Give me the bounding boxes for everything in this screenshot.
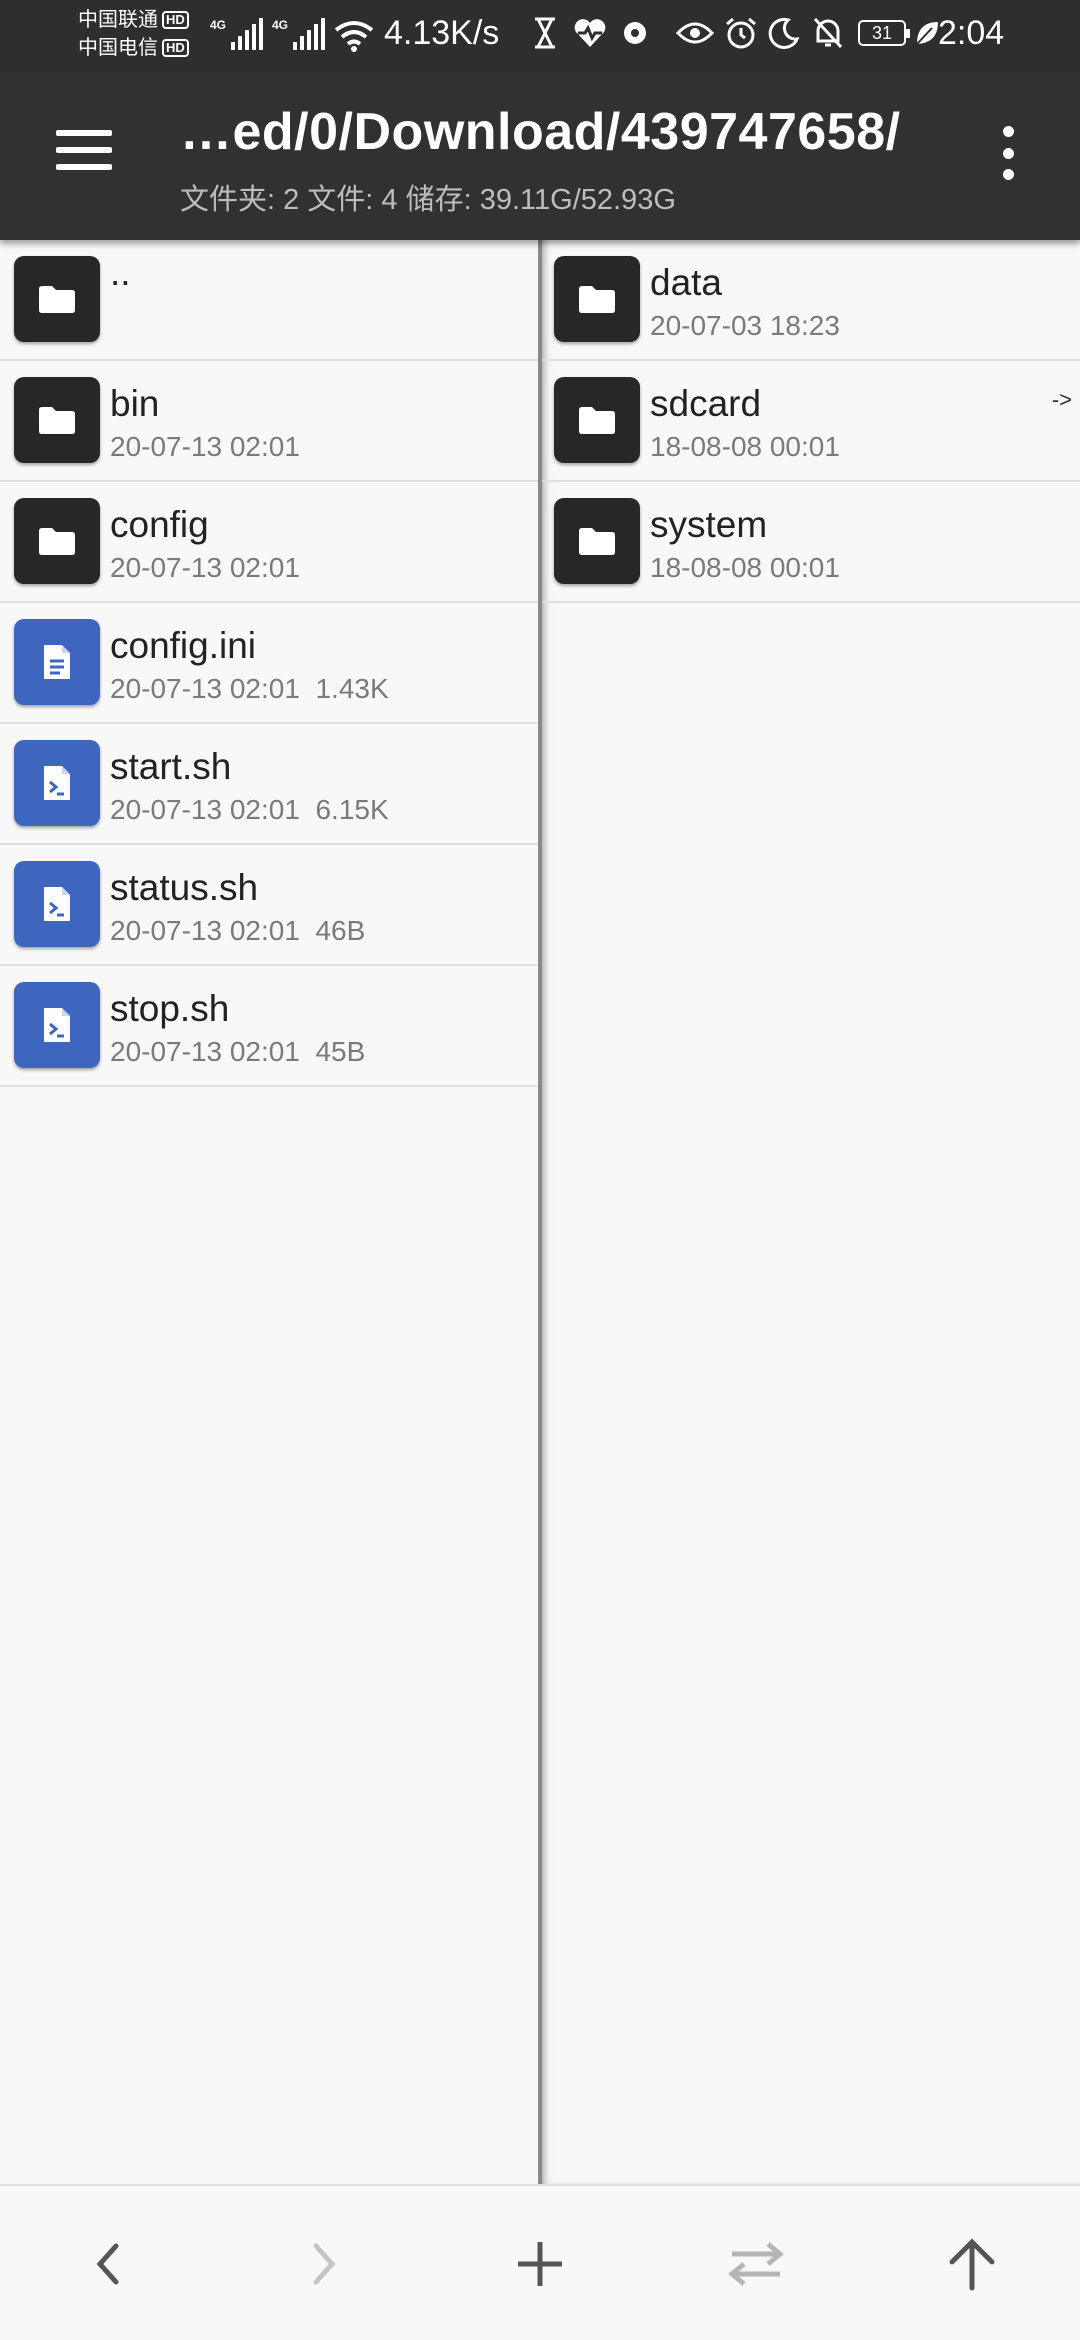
menu-button[interactable]	[40, 120, 128, 180]
hd-badge: HD	[162, 39, 189, 57]
battery-icon: 31	[858, 20, 910, 46]
item-name: start.sh	[110, 746, 232, 787]
folder-row[interactable]: sdcard 18-08-08 00:01 ->	[540, 361, 1080, 482]
folder-row[interactable]: system 18-08-08 00:01	[540, 482, 1080, 603]
item-meta: 18-08-08 00:01	[650, 552, 840, 583]
hd-badge: HD	[162, 11, 189, 29]
file-row[interactable]: stop.sh 20-07-13 02:01 45B	[0, 966, 540, 1087]
item-name: config	[110, 504, 209, 545]
file-row[interactable]: status.sh 20-07-13 02:01 46B	[0, 845, 540, 966]
pane-divider[interactable]	[538, 240, 542, 2184]
right-file-pane[interactable]: data 20-07-03 18:23 sdcard 18-08-08 00:01 ->…	[540, 240, 1080, 2184]
network-speed: 4.13K/s	[384, 14, 500, 52]
item-name: data	[650, 262, 723, 303]
clock: 2:04	[938, 14, 1005, 52]
hourglass-icon	[535, 17, 555, 49]
folder-row[interactable]: bin 20-07-13 02:01	[0, 361, 540, 482]
item-meta: 20-07-13 02:01 6.15K	[110, 794, 389, 825]
item-meta: 20-07-13 02:01	[110, 431, 300, 462]
network-type-label: 4G	[272, 18, 289, 32]
record-icon	[624, 22, 646, 44]
script-file-icon	[14, 982, 100, 1068]
bottom-toolbar	[0, 2184, 1080, 2340]
item-name: config.ini	[110, 625, 257, 666]
item-meta: 20-07-03 18:23	[650, 310, 840, 341]
item-meta: 20-07-13 02:01 1.43K	[110, 673, 389, 704]
swap-panes-button[interactable]	[696, 2186, 816, 2340]
symlink-indicator: ->	[1051, 387, 1072, 412]
folder-icon	[14, 498, 100, 584]
status-icons: 31	[532, 16, 940, 50]
file-row[interactable]: config.ini 20-07-13 02:01 1.43K	[0, 603, 540, 724]
folder-icon	[554, 498, 640, 584]
script-file-icon	[14, 740, 100, 826]
status-bar: 中国联通 HD 中国电信 HD 4G 4G 4.13K/s 31 2:04	[0, 0, 1080, 72]
eye-icon	[676, 22, 714, 44]
left-file-pane[interactable]: .. bin 20-07-13 02:01 config 20-07-13 02:01 c…	[0, 240, 540, 2184]
directory-summary: 文件夹: 2 文件: 4 储存: 39.11G/52.93G	[180, 184, 676, 216]
current-path: …ed/0/Download/439747658/	[180, 103, 901, 161]
item-meta: 20-07-13 02:01 46B	[110, 915, 366, 946]
network-type-label: 4G	[210, 18, 227, 32]
back-icon	[96, 2243, 119, 2285]
item-name: sdcard	[650, 383, 762, 424]
folder-icon	[554, 256, 640, 342]
bell-off-icon	[813, 17, 843, 49]
folder-row[interactable]: ..	[0, 240, 540, 361]
app-bar: …ed/0/Download/439747658/ 文件夹: 2 文件: 4 储…	[0, 72, 1080, 240]
carrier-1: 中国联通 HD	[78, 6, 189, 34]
item-name: system	[650, 504, 768, 545]
overflow-menu-button[interactable]	[990, 118, 1026, 188]
signal-2-icon: 4G	[272, 18, 326, 50]
folder-row[interactable]: config 20-07-13 02:01	[0, 482, 540, 603]
script-file-icon	[14, 861, 100, 947]
forward-button[interactable]	[264, 2186, 384, 2340]
folder-icon	[14, 377, 100, 463]
file-row[interactable]: start.sh 20-07-13 02:01 6.15K	[0, 724, 540, 845]
up-button[interactable]	[912, 2186, 1032, 2340]
text-file-icon	[14, 619, 100, 705]
battery-level: 31	[871, 22, 893, 43]
signal-1-icon: 4G	[210, 18, 264, 50]
swap-icon	[728, 2242, 784, 2286]
item-meta: 20-07-13 02:01	[110, 552, 300, 583]
add-icon	[518, 2242, 562, 2286]
more-vert-icon	[1002, 126, 1014, 137]
item-name: status.sh	[110, 867, 259, 908]
alarm-icon	[726, 17, 756, 49]
carrier-1-name: 中国联通	[78, 9, 158, 31]
item-meta: 20-07-13 02:01 45B	[110, 1036, 366, 1067]
back-button[interactable]	[48, 2186, 168, 2340]
hamburger-icon	[56, 130, 112, 136]
carrier-info: 中国联通 HD 中国电信 HD	[78, 6, 189, 62]
heart-rate-icon	[574, 19, 606, 47]
folder-icon	[14, 256, 100, 342]
leaf-icon	[916, 22, 938, 45]
item-name: bin	[110, 383, 160, 424]
carrier-2-name: 中国电信	[78, 37, 158, 59]
folder-row[interactable]: data 20-07-03 18:23	[540, 240, 1080, 361]
item-meta: 18-08-08 00:01	[650, 431, 840, 462]
forward-icon	[313, 2243, 336, 2285]
moon-icon	[768, 17, 800, 49]
add-button[interactable]	[480, 2186, 600, 2340]
item-name: ..	[110, 252, 131, 293]
item-name: stop.sh	[110, 988, 230, 1029]
wifi-icon	[334, 21, 374, 52]
folder-icon	[554, 377, 640, 463]
up-icon	[949, 2238, 995, 2291]
carrier-2: 中国电信 HD	[78, 34, 189, 62]
